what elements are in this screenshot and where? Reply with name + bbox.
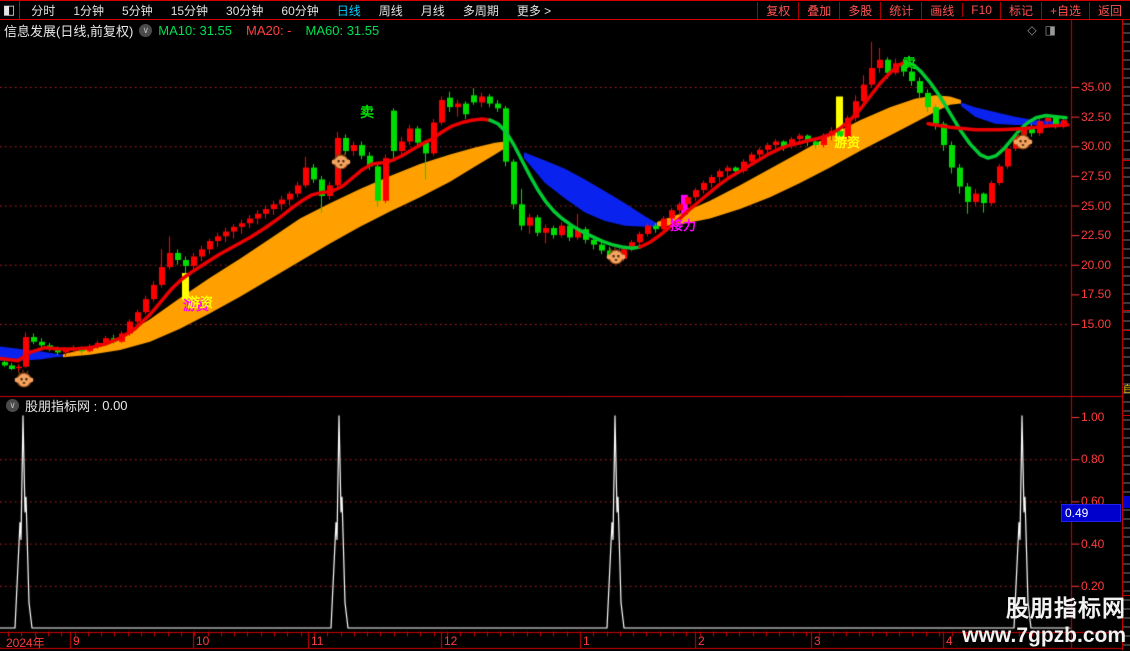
menu-divider bbox=[19, 1, 21, 19]
toolbar-button-叠加[interactable]: 叠加 bbox=[798, 1, 839, 19]
indicator-value: 0.00 bbox=[102, 398, 128, 413]
chart-label-接力: 接力 bbox=[670, 218, 697, 233]
chevron-down-icon[interactable]: ∨ bbox=[6, 399, 19, 412]
price-tick-label: 32.50 bbox=[1081, 109, 1112, 124]
month-label-12: 12 bbox=[444, 634, 458, 648]
strip-divider bbox=[1123, 310, 1130, 311]
menu-item-更多 >[interactable]: 更多 > bbox=[508, 2, 560, 19]
toolbar-button-+自选[interactable]: +自选 bbox=[1040, 1, 1089, 19]
ma-values: MA10: 31.55 MA20: - MA60: 31.55 bbox=[158, 22, 393, 40]
toolbar-button-返回[interactable]: 返回 bbox=[1088, 1, 1130, 19]
month-label-4: 4 bbox=[946, 634, 953, 648]
chart-label-游资: 游资 bbox=[834, 135, 861, 150]
indicator-name: 股朋指标网 : bbox=[25, 399, 98, 414]
menu-item-15分钟[interactable]: 15分钟 bbox=[162, 2, 217, 19]
chart-label-游资: 游资 bbox=[187, 295, 214, 310]
right-strip-highlight[interactable]: 自 bbox=[1123, 382, 1130, 395]
indicator-tick-label: 1.00 bbox=[1081, 410, 1105, 424]
toolbar-button-F10[interactable]: F10 bbox=[962, 3, 1000, 17]
menu-item-日线[interactable]: 日线 bbox=[328, 2, 370, 19]
window-layout-icon[interactable]: ◧ bbox=[0, 1, 19, 19]
menu-item-1分钟[interactable]: 1分钟 bbox=[64, 2, 113, 19]
top-menu-bar: ◧ 分时 1分钟 5分钟 15分钟 30分钟 60分钟 日线 周线 月线 多周期 更多 > 复权 叠加… bbox=[0, 0, 1130, 20]
price-tick-label: 17.50 bbox=[1081, 287, 1112, 302]
menu-item-月线[interactable]: 月线 bbox=[412, 2, 454, 19]
price-tick-label: 15.00 bbox=[1081, 317, 1112, 331]
period-menu: 分时 1分钟 5分钟 15分钟 30分钟 60分钟 日线 周线 月线 多周期 更多 > bbox=[22, 1, 560, 19]
month-label-11: 11 bbox=[311, 634, 324, 648]
ma-label: MA10: 31.55 bbox=[158, 22, 232, 38]
month-label-3: 3 bbox=[814, 634, 821, 648]
price-tick-label: 22.50 bbox=[1081, 228, 1112, 243]
strip-divider bbox=[1123, 160, 1130, 161]
stock-title: 信息发展(日线,前复权) bbox=[4, 24, 134, 39]
chart-label-卖: 卖 bbox=[902, 55, 916, 71]
app-window: ◧ 分时 1分钟 5分钟 15分钟 30分钟 60分钟 日线 周线 月线 多周期 更多 > 复权 叠加… bbox=[0, 0, 1130, 650]
menu-item-60分钟[interactable]: 60分钟 bbox=[272, 2, 327, 19]
indicator-current-value-badge: 0.49 bbox=[1061, 504, 1121, 522]
month-label-9: 9 bbox=[73, 634, 80, 648]
menu-item-多周期[interactable]: 多周期 bbox=[454, 2, 508, 19]
price-tick-label: 35.00 bbox=[1081, 80, 1112, 94]
menu-item-周线[interactable]: 周线 bbox=[370, 2, 412, 19]
title-row-icons[interactable]: ◇◨ bbox=[1027, 23, 1064, 37]
watermark-url: www.7gpzb.com bbox=[962, 624, 1126, 647]
chevron-down-icon[interactable]: ∨ bbox=[139, 24, 153, 37]
chart-label-卖: 卖 bbox=[360, 104, 374, 120]
toolbar-button-画线[interactable]: 画线 bbox=[921, 1, 962, 19]
ma-label: MA60: 31.55 bbox=[305, 22, 380, 38]
diamond-icon[interactable]: ◇ bbox=[1027, 23, 1044, 37]
year-label: 2024年 bbox=[6, 636, 45, 650]
menu-item-5分钟[interactable]: 5分钟 bbox=[113, 2, 162, 19]
price-tick-label: 20.00 bbox=[1081, 257, 1112, 272]
price-tick-label: 27.50 bbox=[1081, 168, 1112, 183]
indicator-header: ∨ 股朋指标网 : 0.00 bbox=[0, 398, 128, 414]
ma-label: MA20: - bbox=[246, 22, 292, 38]
chart-canvas[interactable] bbox=[0, 0, 1130, 650]
indicator-tick-label: 0.40 bbox=[1081, 536, 1105, 551]
price-tick-label: 25.00 bbox=[1081, 198, 1112, 213]
indicator-tick-label: 0.80 bbox=[1081, 452, 1105, 467]
title-row: 信息发展(日线,前复权) ∨ MA10: 31.55 MA20: - MA60: 3… bbox=[0, 21, 1130, 40]
toolbar-button-多股[interactable]: 多股 bbox=[839, 1, 880, 19]
toolbar-button-统计[interactable]: 统计 bbox=[880, 1, 921, 19]
month-label-1: 1 bbox=[583, 634, 590, 648]
price-tick-label: 30.00 bbox=[1081, 139, 1112, 154]
panel-split-icon[interactable]: ◨ bbox=[1045, 23, 1064, 37]
menu-item-30分钟[interactable]: 30分钟 bbox=[217, 2, 272, 19]
month-label-10: 10 bbox=[196, 634, 210, 648]
toolbar-button-复权[interactable]: 复权 bbox=[757, 1, 798, 19]
menu-item-分时[interactable]: 分时 bbox=[22, 2, 64, 19]
month-label-2: 2 bbox=[698, 634, 705, 648]
toolbar-button-标记[interactable]: 标记 bbox=[999, 1, 1041, 19]
watermark-site-name: 股朋指标网 bbox=[1006, 595, 1126, 621]
toolbar-buttons: 复权 叠加 多股 统计 画线 F10 标记 +自选 返回 bbox=[757, 1, 1130, 19]
